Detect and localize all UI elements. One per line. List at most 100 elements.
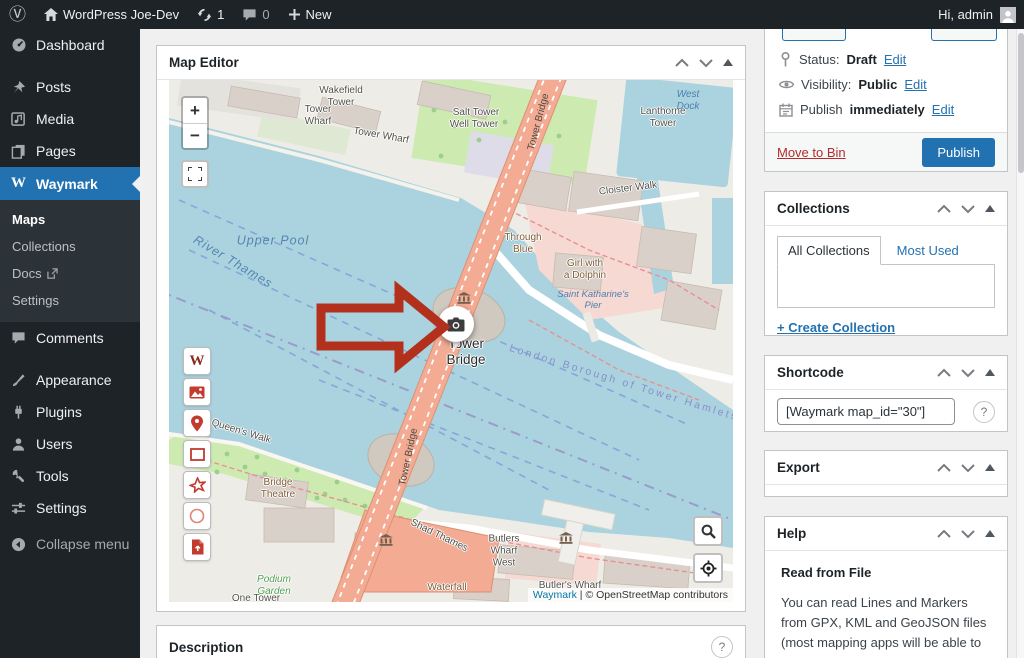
map-canvas[interactable]: Wakefield TowerTower WharfTower WharfLan… [169,80,733,602]
add-image-button[interactable] [183,378,211,406]
move-up-icon[interactable] [675,58,689,68]
submenu-item-docs[interactable]: Docs [0,260,140,287]
page-scrollbar[interactable] [1016,29,1024,658]
move-to-bin-link[interactable]: Move to Bin [777,145,846,160]
sliders-icon [10,501,27,516]
dashboard-icon [10,37,27,53]
collapse-panel-icon[interactable] [723,59,733,66]
tab-all-collections[interactable]: All Collections [777,236,881,265]
publish-panel: Status: Draft Edit Visibility: Public Ed… [764,29,1008,172]
description-panel: Description ? [156,625,746,658]
camera-icon [447,317,465,332]
pages-icon [10,144,27,159]
edit-visibility-link[interactable]: Edit [904,77,926,92]
sidebar-item-plugins[interactable]: Plugins [0,396,140,428]
move-up-icon[interactable] [937,368,951,378]
locate-button[interactable] [693,553,723,583]
draw-polygon-button[interactable] [183,471,211,499]
submenu-item-settings[interactable]: Settings [0,287,140,314]
locate-icon [700,560,717,577]
home-icon [44,8,58,21]
sidebar-item-comments[interactable]: Comments [0,322,140,354]
sidebar-item-pages[interactable]: Pages [0,135,140,167]
sidebar-item-users[interactable]: Users [0,428,140,460]
comment-icon [10,331,27,345]
tab-most-used[interactable]: Most Used [897,237,959,264]
waymark-submenu: Maps Collections Docs Settings [0,200,140,322]
wrench-icon [10,469,27,484]
schedule-value: immediately [850,102,925,117]
calendar-icon [779,103,793,117]
description-title: Description [169,640,243,655]
collections-list[interactable] [777,264,995,308]
scrollbar-thumb[interactable] [1018,33,1024,173]
updates-icon [197,8,212,22]
export-title: Export [777,460,820,475]
zoom-out-button[interactable]: − [183,123,207,148]
submenu-item-maps[interactable]: Maps [0,206,140,233]
waymark-attribution-link[interactable]: Waymark [533,589,577,601]
submenu-item-collections[interactable]: Collections [0,233,140,260]
file-upload-icon [191,539,204,555]
collapse-panel-icon[interactable] [985,530,995,537]
site-menu[interactable]: WordPress Joe-Dev [35,0,188,29]
plus-icon [288,8,301,21]
post-status-icon [779,52,792,67]
preview-button[interactable] [931,29,997,41]
move-down-icon[interactable] [961,463,975,473]
save-draft-button[interactable] [782,29,846,41]
move-down-icon[interactable] [699,58,713,68]
move-down-icon[interactable] [961,368,975,378]
collapse-panel-icon[interactable] [985,369,995,376]
sidebar-item-appearance[interactable]: Appearance [0,364,140,396]
edit-schedule-link[interactable]: Edit [932,102,954,117]
fullscreen-button[interactable] [181,160,209,188]
collapse-panel-icon[interactable] [985,205,995,212]
status-row: Status: Draft Edit [765,47,1007,72]
move-down-icon[interactable] [961,529,975,539]
schedule-row: Publish immediately Edit [765,97,1007,122]
comments-count: 0 [262,7,269,22]
user-icon [10,437,27,452]
sidebar-item-media[interactable]: Media [0,103,140,135]
sidebar-item-waymark[interactable]: W Waymark [0,167,140,200]
draw-circle-button[interactable] [183,502,211,530]
move-up-icon[interactable] [937,463,951,473]
site-name: WordPress Joe-Dev [63,7,179,22]
waymark-w-icon: W [190,353,205,370]
zoom-in-button[interactable]: + [183,98,207,123]
move-down-icon[interactable] [961,204,975,214]
sidebar-item-settings[interactable]: Settings [0,492,140,524]
comments-menu[interactable]: 0 [233,0,278,29]
wordpress-logo[interactable]: Ⓥ [0,0,35,29]
sidebar-item-dashboard[interactable]: Dashboard [0,29,140,61]
description-help-button[interactable]: ? [711,636,733,658]
draw-marker-button[interactable] [183,409,211,437]
new-content-menu[interactable]: New [279,0,341,29]
admin-sidebar: Dashboard Posts Media Pages W Waymark Ma… [0,29,140,658]
zoom-control: + − [181,96,209,150]
wordpress-logo-icon: Ⓥ [9,6,26,23]
updates-menu[interactable]: 1 [188,0,233,29]
sidebar-item-posts[interactable]: Posts [0,71,140,103]
collapse-menu-button[interactable]: Collapse menu [0,528,140,560]
create-collection-link[interactable]: + Create Collection [777,320,895,335]
edit-status-link[interactable]: Edit [884,52,906,67]
collapse-panel-icon[interactable] [985,464,995,471]
publish-button[interactable]: Publish [922,138,995,167]
waymark-edit-button[interactable]: W [183,347,211,375]
osm-attribution: | © OpenStreetMap contributors [580,589,728,601]
map-editor-panel: Map Editor [156,45,746,612]
greeting: Hi, admin [938,7,993,22]
star-icon [189,477,206,493]
draw-rectangle-button[interactable] [183,440,211,468]
updates-count: 1 [217,7,224,22]
map-search-button[interactable] [693,516,723,546]
read-file-button[interactable] [183,533,211,561]
sidebar-item-tools[interactable]: Tools [0,460,140,492]
account-menu[interactable]: Hi, admin [938,7,1024,23]
move-up-icon[interactable] [937,529,951,539]
shortcode-input[interactable] [777,398,955,425]
move-up-icon[interactable] [937,204,951,214]
shortcode-help-button[interactable]: ? [973,401,995,423]
